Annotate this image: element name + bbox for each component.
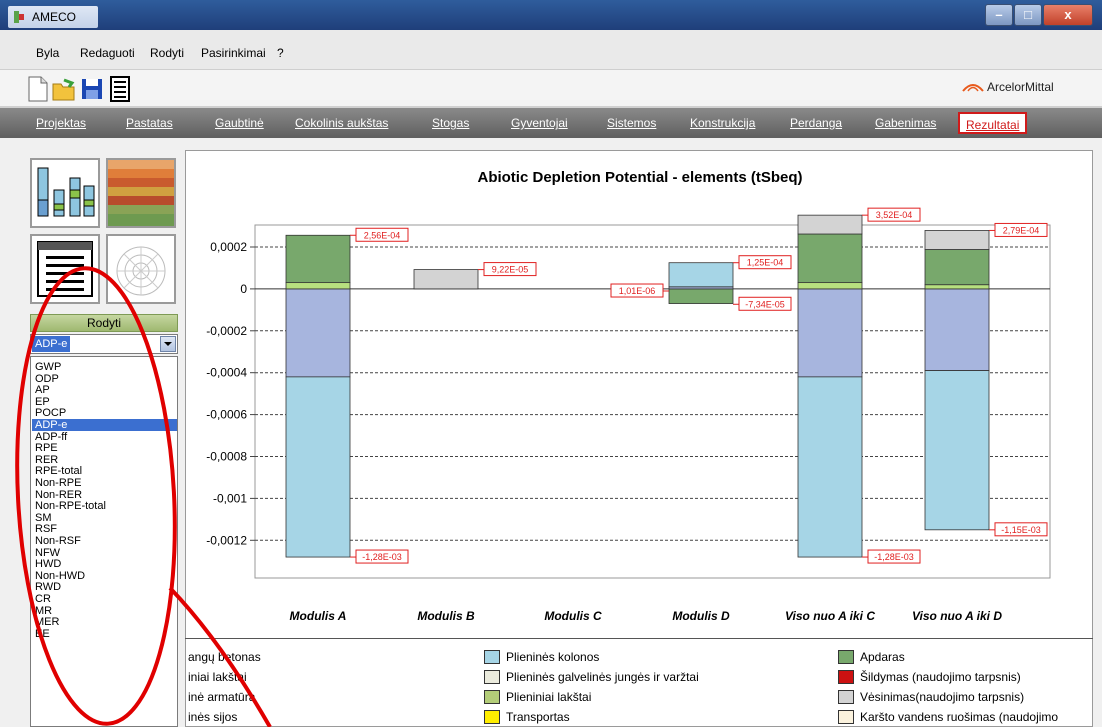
legend-label: angų betonas [188,650,261,664]
legend-label: Plieniniai lakštai [506,690,592,704]
dropdown-option-sm[interactable]: SM [35,512,52,524]
open-folder-icon[interactable] [52,76,76,102]
dropdown-option-non-rer[interactable]: Non-RER [35,489,82,501]
dropdown-option-adp-ff[interactable]: ADP-ff [35,431,67,443]
app-icon [14,11,24,23]
legend-label: inės sijos [188,710,238,724]
tab-gabenimas[interactable]: Gabenimas [869,112,942,134]
toolbar [0,70,1102,106]
dropdown-option-non-rpe[interactable]: Non-RPE [35,477,81,489]
display-section-header: Rodyti [30,314,178,332]
dropdown-option-pocp[interactable]: POCP [35,407,66,419]
dropdown-option-odp[interactable]: ODP [35,373,59,385]
dropdown-option-non-rpe-total[interactable]: Non-RPE-total [35,500,106,512]
dropdown-option-hwd[interactable]: HWD [35,558,61,570]
legend-label: inė armatūra [188,690,256,704]
dropdown-option-nfw[interactable]: NFW [35,547,60,559]
bar-chart-icon [37,167,95,217]
tab-sistemos[interactable]: Sistemos [601,112,662,134]
legend-label: Transportas [506,710,570,724]
legend-label: Vėsinimas(naudojimo tarpsnis) [860,690,1025,704]
dropdown-option-non-hwd[interactable]: Non-HWD [35,570,85,582]
tab-projektas[interactable]: Projektas [30,112,92,134]
save-icon[interactable] [80,76,104,102]
dropdown-option-ep[interactable]: EP [35,396,50,408]
heatmap-table-icon [108,160,174,226]
window-title: AMECO [32,10,77,24]
legend-label: Apdaras [860,650,905,664]
legend-label: Plieninės galvelinės jungės ir varžtai [506,670,699,684]
legend-swatch [838,670,854,684]
legend-label: Šildymas (naudojimo tarpsnis) [860,670,1021,684]
dropdown-option-ee[interactable]: EE [35,628,50,640]
tab-perdanga[interactable]: Perdanga [784,112,848,134]
legend-swatch [838,710,854,724]
legend-swatch [838,690,854,704]
radar-view-button[interactable] [106,234,176,304]
legend-label: Karšto vandens ruošimas (naudojimo [860,710,1059,724]
chevron-down-icon[interactable] [160,336,176,352]
menu-redaguoti[interactable]: Redaguoti [80,46,135,60]
legend-swatch [484,670,500,684]
legend-swatch [484,690,500,704]
metric-select-value: ADP-e [32,336,71,352]
metric-select[interactable]: ADP-e [30,334,178,354]
report-icon[interactable] [108,76,132,102]
metric-dropdown-list: GWP ODP AP EP POCP ADP-e ADP-ff RPE RER RPE-total… [30,356,178,727]
new-file-icon[interactable] [26,76,50,102]
tab-gyventojai[interactable]: Gyventojai [505,112,574,134]
minimize-button[interactable]: – [985,4,1013,26]
dropdown-option-rpe[interactable]: RPE [35,442,58,454]
menu-pasirinkimai[interactable]: Pasirinkimai [201,46,266,60]
legend-swatch [484,710,500,724]
dropdown-option-mr[interactable]: MR [35,605,52,617]
dropdown-option-rer[interactable]: RER [35,454,58,466]
tab-gaubtine[interactable]: Gaubtinė [209,112,270,134]
brand-name: ArcelorMittal [987,80,1054,94]
menu-rodyti[interactable]: Rodyti [150,46,184,60]
menu-byla[interactable]: Byla [36,46,59,60]
list-view-button[interactable] [30,234,100,304]
bar-chart-view-button[interactable] [30,158,100,228]
dropdown-option-rwd[interactable]: RWD [35,581,61,593]
menu-help[interactable]: ? [277,46,284,60]
legend-label: Plieninės kolonos [506,650,600,664]
legend-swatch [484,650,500,664]
dropdown-option-rpe-total[interactable]: RPE-total [35,465,82,477]
dropdown-option-non-rsf[interactable]: Non-RSF [35,535,81,547]
legend-label: iniai lakštai [188,670,247,684]
maximize-button[interactable]: □ [1014,4,1042,26]
dropdown-option-gwp[interactable]: GWP [35,361,61,373]
legend-divider [185,638,1093,639]
dropdown-option-adp-e[interactable]: ADP-e [35,419,67,431]
tab-cokolinis-aukstas[interactable]: Cokolinis aukštas [289,112,394,134]
list-report-icon [37,241,93,297]
tab-konstrukcija[interactable]: Konstrukcija [684,112,761,134]
chart-panel [185,150,1093,727]
radar-chart-icon [116,246,166,296]
tab-pastatas[interactable]: Pastatas [120,112,179,134]
title-bar [0,0,1102,30]
arcelormittal-logo-icon [962,84,984,92]
tab-stogas[interactable]: Stogas [426,112,475,134]
dropdown-option-cr[interactable]: CR [35,593,51,605]
legend-swatch [838,650,854,664]
table-colors-view-button[interactable] [106,158,176,228]
close-button[interactable]: x [1043,4,1093,26]
dropdown-option-ap[interactable]: AP [35,384,50,396]
dropdown-option-rsf[interactable]: RSF [35,523,57,535]
dropdown-option-mer[interactable]: MER [35,616,59,628]
tab-rezultatai[interactable]: Rezultatai [958,112,1028,134]
